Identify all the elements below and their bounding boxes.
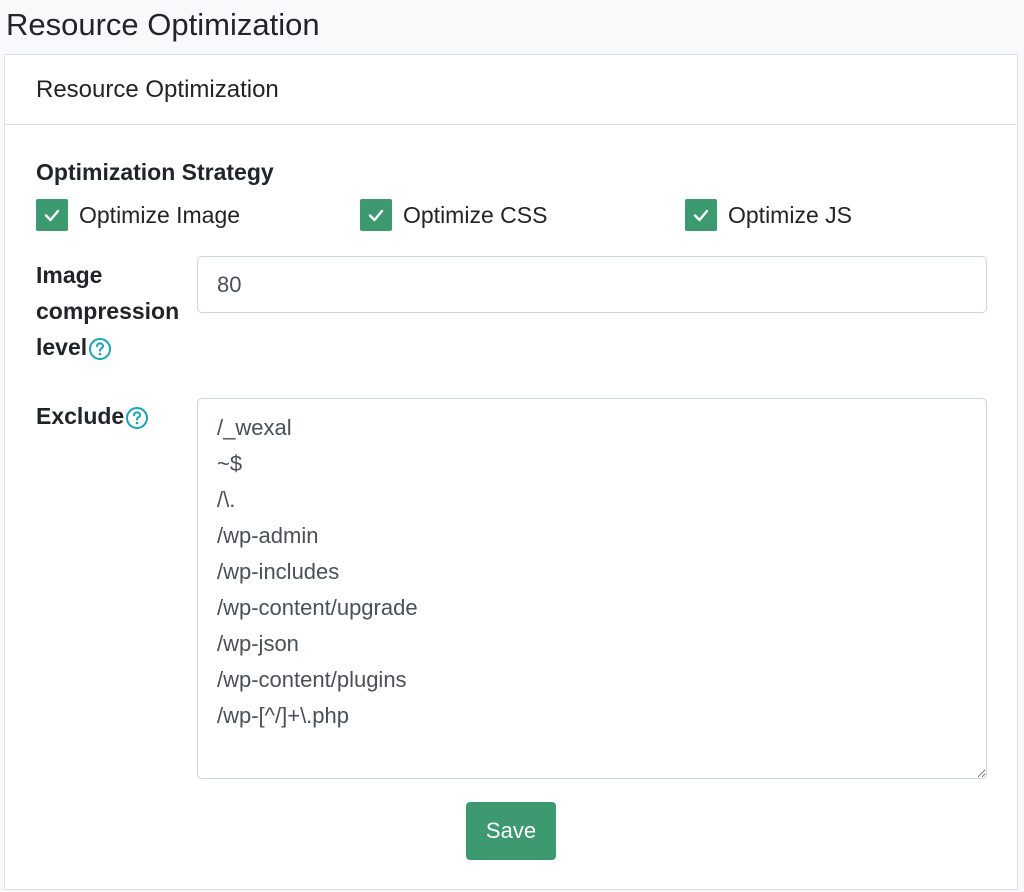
card-header: Resource Optimization bbox=[5, 55, 1017, 125]
optimize-js-label: Optimize JS bbox=[728, 202, 852, 228]
save-button[interactable]: Save bbox=[466, 802, 556, 860]
exclude-textarea[interactable]: /_wexal ~$ /\. /wp-admin /wp-includes /w… bbox=[197, 398, 987, 779]
check-icon[interactable] bbox=[360, 199, 392, 231]
question-circle-icon[interactable] bbox=[88, 335, 112, 360]
check-icon[interactable] bbox=[685, 199, 717, 231]
page-title: Resource Optimization bbox=[6, 7, 320, 42]
check-icon[interactable] bbox=[36, 199, 68, 231]
optimization-strategy-label: Optimization Strategy bbox=[36, 159, 274, 185]
settings-card: Resource Optimization Optimization Strat… bbox=[4, 54, 1018, 890]
optimize-image-label: Optimize Image bbox=[79, 202, 241, 228]
card-header-title: Resource Optimization bbox=[36, 75, 279, 103]
optimize-css-checkbox[interactable]: Optimize CSS bbox=[360, 198, 547, 232]
compression-level-input[interactable] bbox=[197, 256, 987, 313]
optimization-strategy-options: Optimize Image Optimize CSS Optimize JS bbox=[36, 198, 996, 232]
optimize-js-checkbox[interactable]: Optimize JS bbox=[685, 198, 852, 232]
optimize-css-label: Optimize CSS bbox=[403, 202, 548, 228]
exclude-label-text: Exclude bbox=[36, 403, 125, 429]
optimize-image-checkbox[interactable]: Optimize Image bbox=[36, 198, 240, 232]
compression-level-label: Image compression level bbox=[36, 257, 186, 365]
exclude-label: Exclude bbox=[36, 398, 186, 434]
question-circle-icon[interactable] bbox=[125, 404, 149, 429]
